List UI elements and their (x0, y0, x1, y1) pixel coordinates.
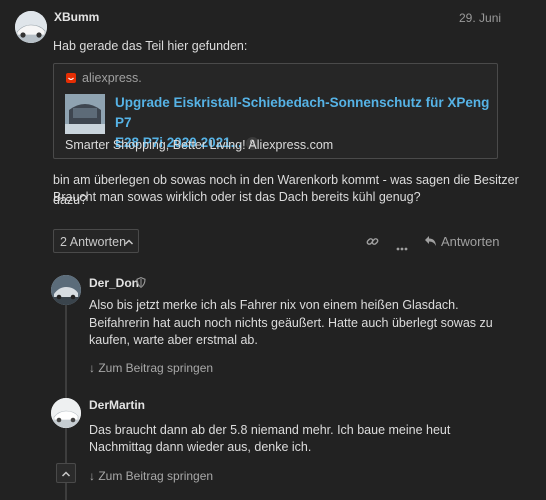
post-author[interactable]: XBumm (54, 10, 99, 24)
reply-icon (424, 235, 437, 250)
avatar[interactable] (15, 11, 47, 43)
jump-to-post-label: Zum Beitrag springen (98, 469, 214, 483)
reply-1-line-3: kaufen, warte aber erstmal ab. (89, 333, 258, 347)
link-preview-description: Smarter Shopping, Better Living! Aliexpr… (65, 138, 334, 152)
jump-to-post-link[interactable]: ↓ Zum Beitrag springen (89, 361, 213, 375)
reply-avatar-der-don[interactable] (51, 275, 81, 305)
post-date[interactable]: 29. Juni (459, 11, 501, 25)
link-preview-site: aliexpress. (82, 71, 142, 85)
post-intro: Hab gerade das Teil hier gefunden: (53, 39, 248, 53)
reply-author-der-don[interactable]: Der_Don (89, 276, 139, 290)
reply-2-line-2: Nachmittag dann wieder aus, denke ich. (89, 440, 312, 454)
link-icon[interactable] (366, 235, 379, 251)
scroll-up-button[interactable] (56, 463, 76, 483)
link-preview-card[interactable]: aliexpress. Upgrade Eiskristall-Schiebed… (53, 63, 498, 159)
link-title-line-1[interactable]: Upgrade Eiskristall-Schiebedach-Sonnensc… (115, 95, 489, 130)
reply-label: Antworten (441, 234, 500, 249)
arrow-down-icon: ↓ (89, 361, 95, 375)
more-options-icon[interactable] (396, 240, 408, 254)
shield-icon (136, 277, 146, 291)
post-body-line-2: Braucht man sowas wirklich oder ist das … (53, 190, 421, 204)
reply-1-line-1: Also bis jetzt merke ich als Fahrer nix … (89, 298, 459, 312)
chevron-up-icon (61, 468, 71, 482)
product-thumbnail (65, 94, 105, 134)
reply-avatar-dermartin[interactable] (51, 398, 81, 428)
arrow-down-icon: ↓ (89, 469, 95, 483)
replies-toggle-button[interactable]: 2 Antworten (53, 229, 139, 253)
replies-toggle-label: 2 Antworten (60, 235, 127, 249)
jump-to-post-link[interactable]: ↓ Zum Beitrag springen (89, 469, 213, 483)
jump-to-post-label: Zum Beitrag springen (98, 361, 214, 375)
chevron-up-icon (124, 236, 134, 250)
reply-author-dermartin[interactable]: DerMartin (89, 398, 145, 412)
aliexpress-icon (66, 73, 76, 83)
car-avatar-image (15, 11, 47, 43)
